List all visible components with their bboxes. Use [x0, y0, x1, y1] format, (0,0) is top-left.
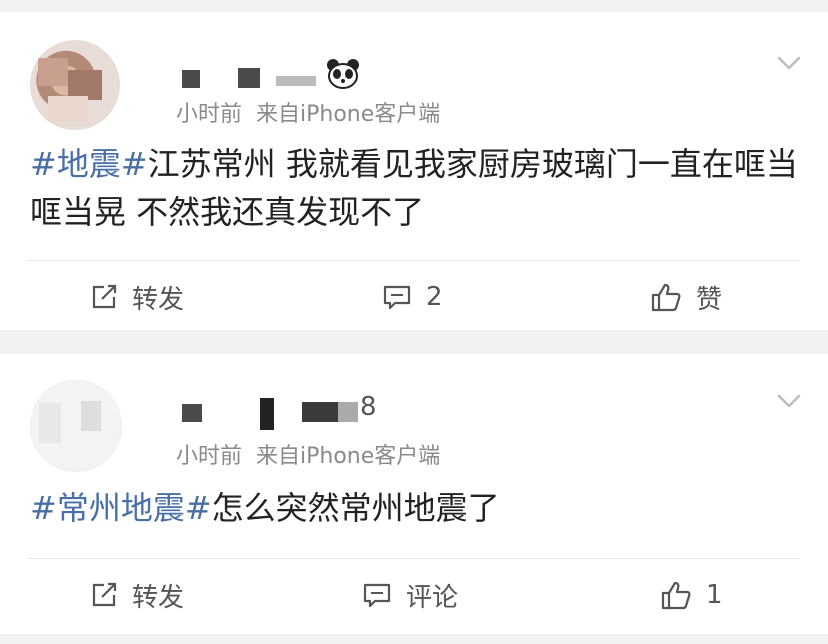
- weibo-feed: 小时前 来自iPhone客户端 #地震#江苏常州 我就看见我家厨房玻璃门一直在哐当…: [0, 0, 828, 644]
- like-count: 1: [706, 580, 723, 610]
- panda-emoji-icon: [327, 59, 359, 89]
- comment-button[interactable]: 评论: [362, 560, 458, 630]
- like-button[interactable]: 1: [660, 560, 723, 630]
- comment-icon: [363, 583, 391, 608]
- repost-icon: [92, 582, 117, 607]
- post-time: 小时前: [176, 102, 243, 127]
- username-visible-part: 8: [360, 392, 377, 422]
- repost-button[interactable]: 转发: [90, 560, 184, 630]
- topic-link[interactable]: #常州地震#: [30, 489, 212, 527]
- divider: [28, 260, 800, 261]
- comment-icon: [383, 285, 411, 310]
- post-source[interactable]: 来自iPhone客户端: [256, 444, 440, 469]
- topic-link[interactable]: #地震#: [30, 145, 148, 183]
- comment-label: 评论: [406, 582, 459, 613]
- like-button[interactable]: 赞: [650, 262, 722, 332]
- username-redacted[interactable]: 8: [176, 392, 476, 430]
- divider: [28, 558, 800, 559]
- post-content: #地震#江苏常州 我就看见我家厨房玻璃门一直在哐当哐当晃 不然我还真发现不了: [30, 140, 798, 236]
- avatar[interactable]: [30, 40, 120, 130]
- post-card[interactable]: 小时前 来自iPhone客户端 #地震#江苏常州 我就看见我家厨房玻璃门一直在哐当…: [0, 12, 828, 330]
- avatar[interactable]: [30, 380, 122, 472]
- repost-label: 转发: [132, 284, 185, 315]
- post-meta: 小时前 来自iPhone客户端: [176, 438, 440, 470]
- like-label: 赞: [696, 284, 723, 315]
- username-redacted[interactable]: [176, 58, 476, 94]
- comment-count: 2: [426, 282, 443, 312]
- chevron-down-icon[interactable]: [776, 50, 802, 76]
- repost-icon: [92, 284, 117, 309]
- post-text: 怎么突然常州地震了: [211, 489, 500, 527]
- repost-button[interactable]: 转发: [90, 262, 184, 332]
- comment-button[interactable]: 2: [382, 262, 443, 332]
- chevron-down-icon[interactable]: [776, 388, 802, 414]
- like-thumb-icon: [661, 581, 691, 610]
- post-card[interactable]: 8 小时前 来自iPhone客户端 #常州地震#怎么突然常州地震了 转发 评论 …: [0, 354, 828, 634]
- repost-label: 转发: [132, 582, 185, 613]
- post-meta: 小时前 来自iPhone客户端: [176, 96, 440, 128]
- action-bar: 转发 评论 1: [0, 560, 828, 630]
- post-content: #常州地震#怎么突然常州地震了: [30, 484, 798, 532]
- action-bar: 转发 2 赞: [0, 262, 828, 332]
- like-thumb-icon: [651, 283, 681, 312]
- post-time: 小时前: [176, 444, 243, 469]
- post-source[interactable]: 来自iPhone客户端: [256, 102, 440, 127]
